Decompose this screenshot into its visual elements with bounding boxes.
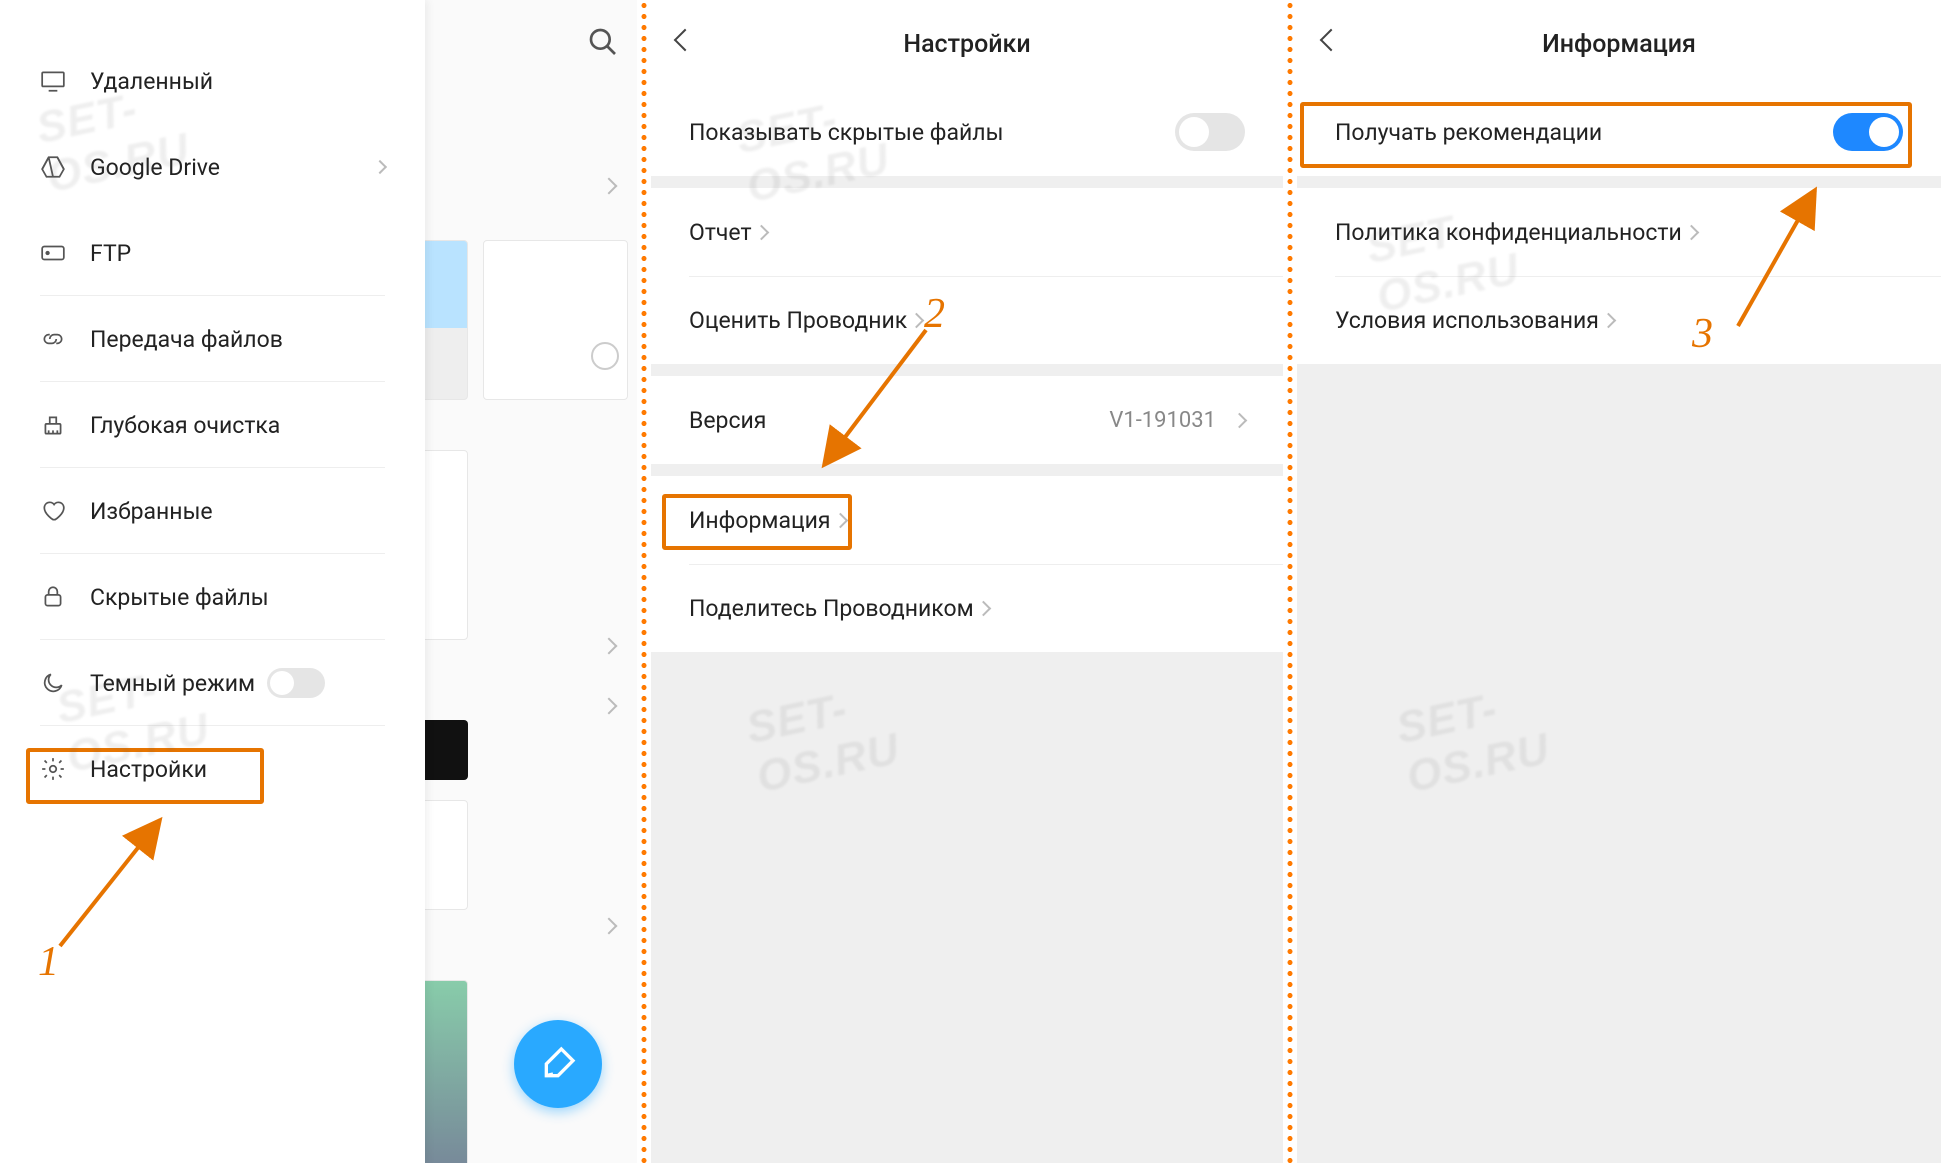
page-title: Информация	[1542, 30, 1696, 59]
drawer-label: Избранные	[90, 498, 213, 525]
drawer-item-favorites[interactable]: Избранные	[0, 468, 425, 554]
row-rate[interactable]: Оценить Проводник	[651, 276, 1283, 364]
chevron-right-icon	[1683, 224, 1699, 240]
chevron-right-icon	[909, 312, 925, 328]
drawer-label: FTP	[90, 240, 131, 267]
chevron-right-icon	[601, 178, 618, 195]
drawer-item-remote[interactable]: Удаленный	[0, 38, 425, 124]
row-label: Информация	[689, 507, 831, 534]
back-button[interactable]	[1320, 29, 1343, 52]
navigation-drawer: Удаленный Google Drive FTP Передача файл…	[0, 0, 425, 1163]
row-label: Версия	[689, 407, 766, 434]
pane-separator	[640, 0, 648, 1163]
drawer-item-settings[interactable]: Настройки	[0, 726, 425, 812]
header: Информация	[1297, 0, 1941, 88]
recommendations-toggle[interactable]	[1833, 113, 1903, 151]
drawer-label: Скрытые файлы	[90, 584, 269, 611]
clean-fab-button[interactable]	[514, 1020, 602, 1108]
row-label: Политика конфиденциальности	[1335, 219, 1682, 246]
ftp-icon	[40, 240, 66, 266]
row-label: Поделитесь Проводником	[689, 595, 974, 622]
drawer-label: Передача файлов	[90, 326, 283, 353]
file-grid-backdrop	[425, 0, 637, 1163]
chevron-right-icon	[601, 698, 618, 715]
gear-icon	[40, 756, 66, 782]
header: Настройки	[651, 0, 1283, 88]
thumbnail[interactable]	[420, 800, 468, 910]
hidden-files-toggle[interactable]	[1175, 113, 1245, 151]
drawer-item-ftp[interactable]: FTP	[0, 210, 425, 296]
heart-icon	[40, 498, 66, 524]
thumbnail[interactable]	[483, 240, 628, 400]
row-label: Отчет	[689, 219, 752, 246]
chevron-right-icon	[753, 224, 769, 240]
drawer-label: Настройки	[90, 756, 207, 783]
chevron-right-icon	[601, 638, 618, 655]
row-show-hidden[interactable]: Показывать скрытые файлы	[651, 88, 1283, 176]
drawer-label: Глубокая очистка	[90, 412, 280, 439]
version-value: V1-191031	[1109, 408, 1216, 433]
row-label: Условия использования	[1335, 307, 1599, 334]
chevron-right-icon	[373, 160, 387, 174]
chevron-right-icon	[1601, 312, 1617, 328]
select-radio[interactable]	[591, 342, 619, 370]
drawer-item-hidden[interactable]: Скрытые файлы	[0, 554, 425, 640]
row-info[interactable]: Информация	[651, 476, 1283, 564]
thumbnail[interactable]	[420, 450, 468, 640]
chevron-right-icon	[832, 512, 848, 528]
thumbnail[interactable]	[420, 240, 468, 400]
row-label: Показывать скрытые файлы	[689, 119, 1003, 146]
link-icon	[40, 326, 66, 352]
back-button[interactable]	[674, 29, 697, 52]
darkmode-toggle[interactable]	[267, 668, 325, 698]
page-title: Настройки	[903, 30, 1030, 59]
row-version[interactable]: Версия V1-191031	[651, 376, 1283, 464]
pane-separator	[1286, 0, 1294, 1163]
drawer-label: Google Drive	[90, 154, 220, 181]
moon-icon	[40, 670, 66, 696]
pane-settings: Настройки Показывать скрытые файлы Отчет…	[651, 0, 1283, 1163]
gdrive-icon	[40, 154, 66, 180]
row-label: Получать рекомендации	[1335, 119, 1602, 146]
drawer-item-transfer[interactable]: Передача файлов	[0, 296, 425, 382]
broom-icon	[40, 412, 66, 438]
drawer-item-deepclean[interactable]: Глубокая очистка	[0, 382, 425, 468]
row-label: Оценить Проводник	[689, 307, 907, 334]
row-recommendations[interactable]: Получать рекомендации	[1297, 88, 1941, 176]
thumbnail[interactable]	[420, 980, 468, 1163]
row-privacy[interactable]: Политика конфиденциальности	[1297, 188, 1941, 276]
row-share[interactable]: Поделитесь Проводником	[651, 564, 1283, 652]
lock-icon	[40, 584, 66, 610]
drawer-item-gdrive[interactable]: Google Drive	[0, 124, 425, 210]
drawer-label: Темный режим	[90, 670, 255, 697]
row-terms[interactable]: Условия использования	[1297, 276, 1941, 364]
chevron-right-icon	[601, 918, 618, 935]
chevron-right-icon	[975, 600, 991, 616]
search-icon[interactable]	[587, 26, 619, 58]
drawer-label: Удаленный	[90, 68, 213, 95]
chevron-right-icon	[1232, 412, 1248, 428]
drawer-item-darkmode[interactable]: Темный режим	[0, 640, 425, 726]
monitor-icon	[40, 68, 66, 94]
thumbnail[interactable]	[420, 720, 468, 780]
pane-info: Информация Получать рекомендации Политик…	[1297, 0, 1941, 1163]
row-report[interactable]: Отчет	[651, 188, 1283, 276]
pane-file-manager: Удаленный Google Drive FTP Передача файл…	[0, 0, 637, 1163]
